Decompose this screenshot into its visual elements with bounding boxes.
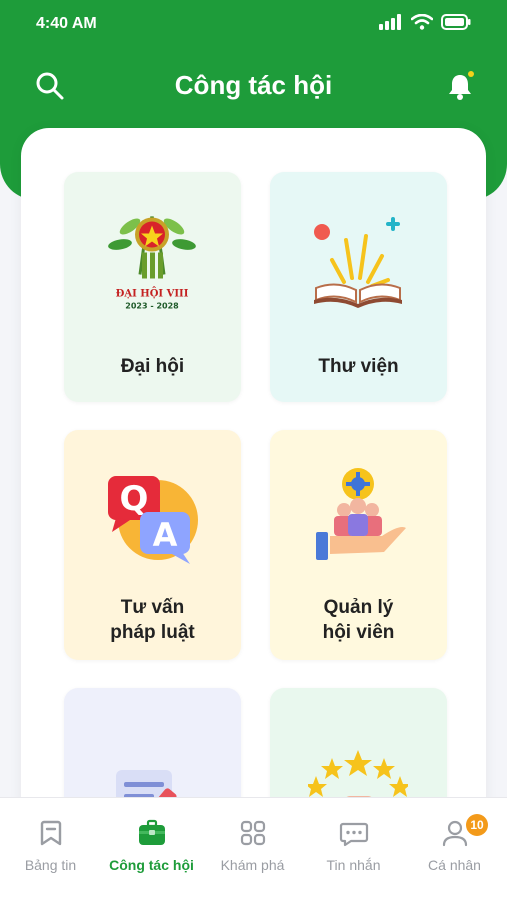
notification-dot — [468, 71, 474, 77]
status-time: 4:40 AM — [36, 15, 97, 32]
status-bar: 4:40 AM — [0, 0, 507, 50]
page-title: Công tác hội — [174, 70, 333, 100]
card-dai-hoi[interactable]: ĐẠI HỘI VIII 2023 - 2028 Đại hội — [64, 172, 241, 402]
open-book-icon — [314, 217, 402, 308]
card-label: Thư viện — [318, 356, 399, 377]
nav-label: Khám phá — [220, 857, 285, 873]
nav-item-bang-tin[interactable]: Bảng tin — [0, 818, 101, 888]
card-label-line-1: Tư vấn — [120, 597, 185, 618]
nav-label: Tin nhắn — [326, 857, 381, 873]
qa-chat-icon: Q A — [108, 476, 198, 564]
card-label-line-2: pháp luật — [110, 622, 195, 643]
status-icons — [379, 14, 471, 30]
nav-item-ca-nhan[interactable]: 10 Cá nhân — [404, 814, 505, 888]
nav-item-tin-nhan[interactable]: Tin nhắn — [303, 818, 404, 888]
user-icon — [442, 820, 467, 847]
member-management-icon — [316, 468, 406, 560]
grid-icon — [240, 820, 265, 846]
bottom-nav: Bảng tin Công tác hội Khám phá Tin nhắn — [0, 797, 507, 901]
nav-item-cong-tac-hoi[interactable]: Công tác hội — [101, 818, 202, 888]
emblem-years: 2023 - 2028 — [125, 302, 179, 311]
card-label-line-2: hội viên — [322, 622, 395, 643]
signal-icon — [379, 14, 401, 30]
emblem-title: ĐẠI HỘI VIII — [116, 288, 189, 300]
briefcase-icon — [138, 819, 165, 845]
main-content: ĐẠI HỘI VIII 2023 - 2028 Đại hội Thư việ… — [21, 128, 486, 828]
battery-icon — [441, 14, 471, 30]
nav-label: Bảng tin — [24, 857, 77, 873]
card-quan-ly-hoi-vien[interactable]: Quản lý hội viên — [270, 430, 447, 660]
card-label: Tư vấn pháp luật — [64, 595, 241, 645]
qa-letter-q: Q — [120, 479, 149, 519]
card-label: Đại hội — [120, 356, 185, 377]
card-thu-vien[interactable]: Thư viện — [270, 172, 447, 402]
card-tu-van-phap-luat[interactable]: Q A Tư vấn pháp luật — [64, 430, 241, 660]
card-label-line-1: Quản lý — [323, 597, 394, 618]
title-row: Công tác hội — [0, 60, 507, 112]
message-icon — [339, 822, 368, 847]
qa-letter-a: A — [153, 516, 178, 554]
bookmark-icon — [40, 820, 61, 846]
notification-badge: 10 — [466, 814, 488, 836]
nav-item-kham-pha[interactable]: Khám phá — [202, 818, 303, 888]
card-label: Quản lý hội viên — [270, 595, 447, 645]
nav-label: Công tác hội — [109, 857, 194, 873]
bell-icon[interactable] — [444, 70, 476, 102]
wifi-icon — [411, 14, 433, 30]
nav-label: Cá nhân — [428, 857, 481, 873]
congress-emblem-icon: ĐẠI HỘI VIII 2023 - 2028 — [108, 216, 196, 311]
